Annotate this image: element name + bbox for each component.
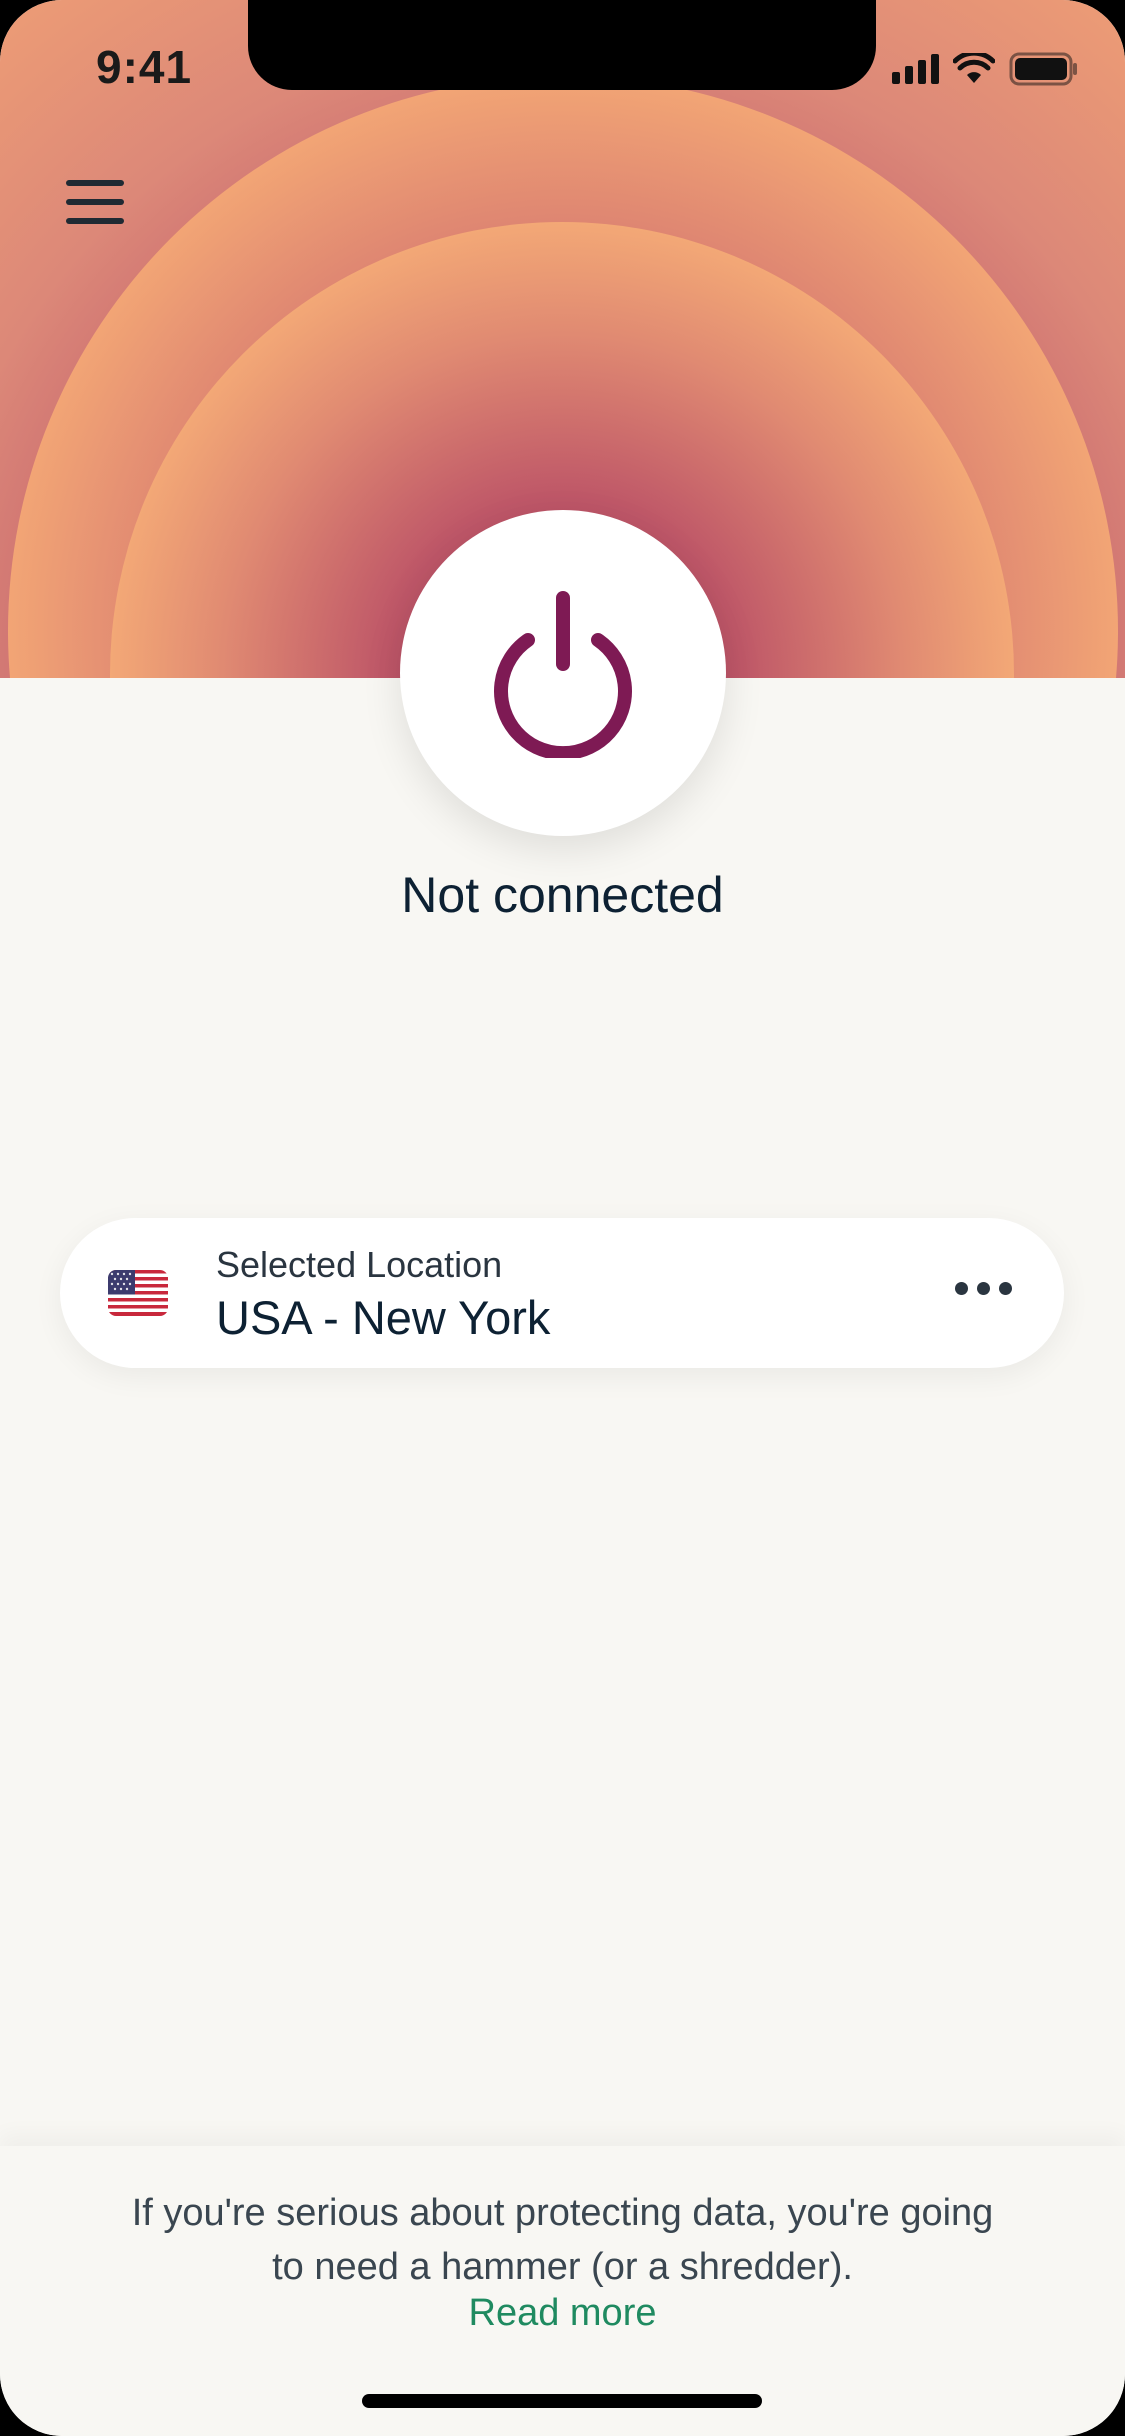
us-flag-icon bbox=[108, 1270, 168, 1316]
selected-location-value: USA - New York bbox=[216, 1291, 551, 1344]
read-more-link[interactable]: Read more bbox=[0, 2292, 1125, 2335]
cellular-signal-icon bbox=[892, 54, 939, 84]
selected-location-label: Selected Location bbox=[216, 1244, 503, 1285]
device-notch bbox=[248, 0, 876, 90]
power-icon bbox=[494, 591, 632, 758]
status-icons bbox=[892, 52, 1079, 86]
app-screen: 9:41 Not connected Selected Location USA… bbox=[0, 0, 1125, 2436]
more-options-icon[interactable] bbox=[949, 1276, 1018, 1301]
tip-banner: If you're serious about protecting data,… bbox=[0, 2146, 1125, 2436]
home-indicator[interactable] bbox=[362, 2394, 762, 2408]
wifi-icon bbox=[953, 53, 995, 83]
tip-text: If you're serious about protecting data,… bbox=[131, 2192, 994, 2288]
status-time: 9:41 bbox=[96, 41, 193, 93]
battery-icon bbox=[1009, 52, 1077, 86]
connection-status-text: Not connected bbox=[401, 867, 724, 923]
hamburger-menu-icon[interactable] bbox=[66, 180, 124, 224]
power-button[interactable] bbox=[400, 510, 726, 836]
selected-location-card[interactable]: Selected Location USA - New York bbox=[60, 1218, 1064, 1368]
